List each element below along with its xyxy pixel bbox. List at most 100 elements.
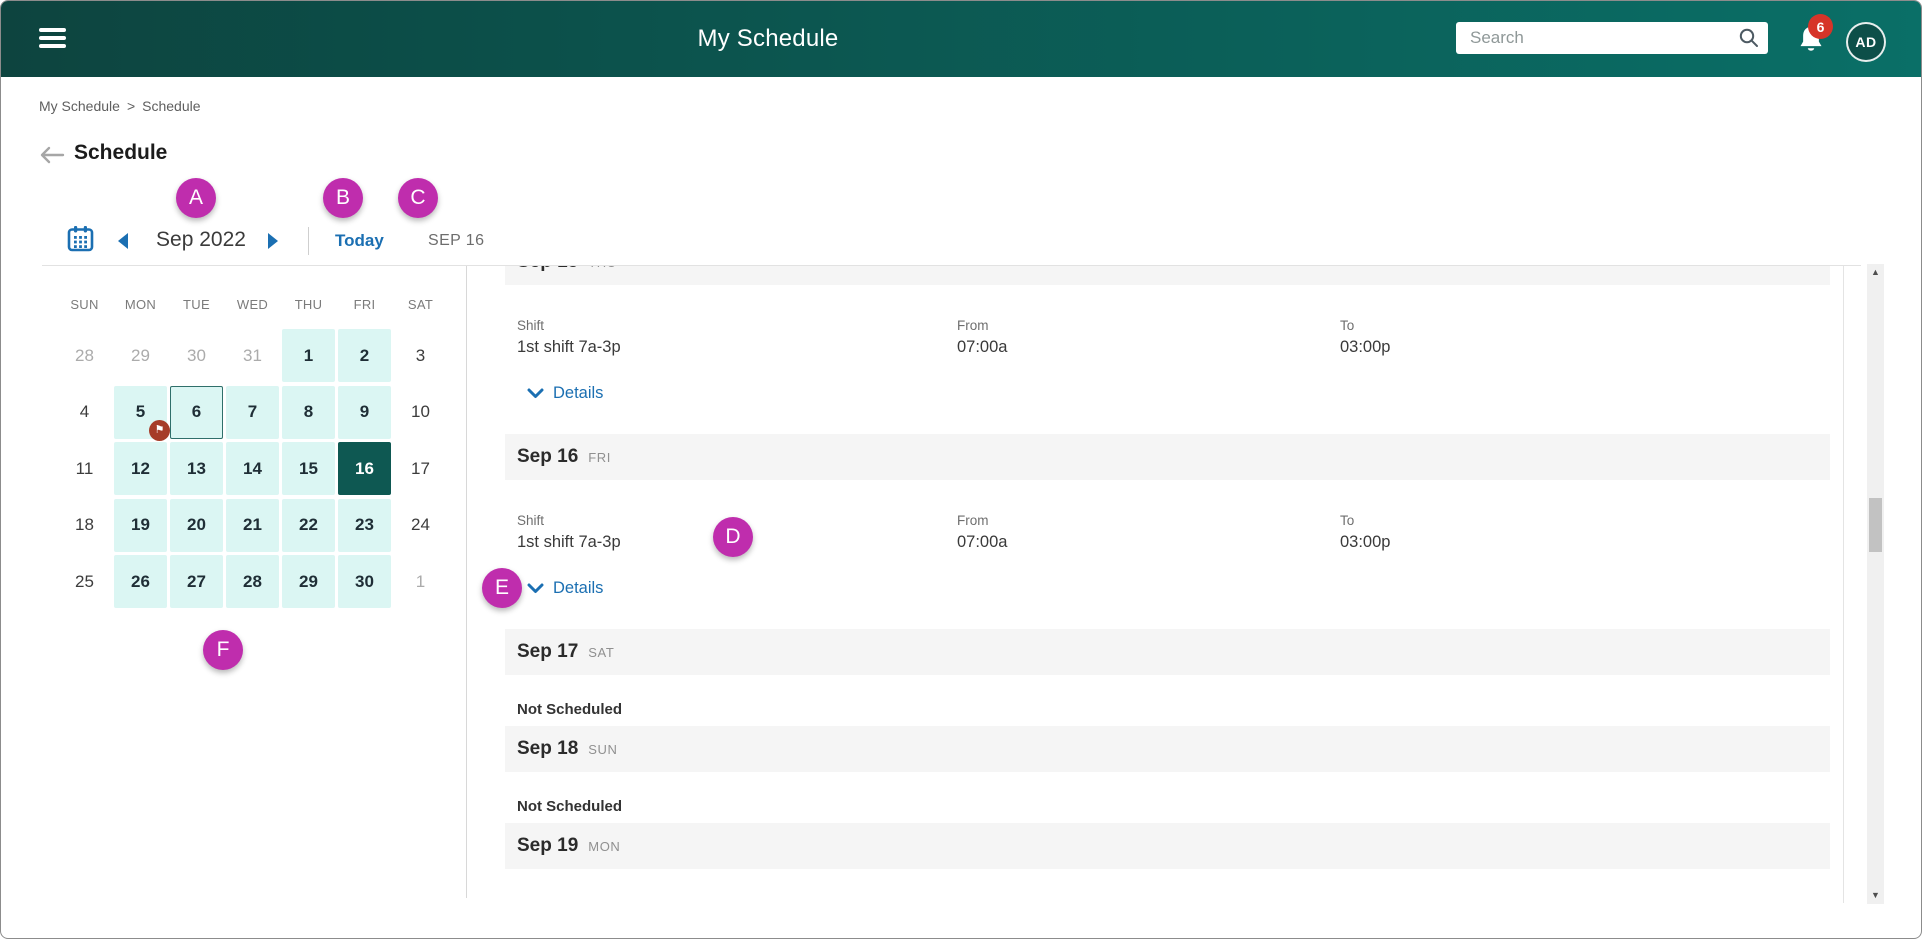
calendar-icon[interactable]: [67, 225, 94, 257]
calendar-day-14[interactable]: 14: [226, 442, 279, 495]
scrollbar-thumb[interactable]: [1869, 498, 1882, 552]
calendar-day-24[interactable]: 24: [394, 499, 447, 552]
scrollbar-up-arrow[interactable]: ▲: [1867, 265, 1884, 280]
nav-divider: [308, 227, 309, 255]
weekday-label: FRI: [338, 297, 391, 312]
calendar-day-28[interactable]: 28: [58, 329, 111, 382]
from-value: 07:00a: [957, 533, 1340, 552]
weekday-label: MON: [114, 297, 167, 312]
not-scheduled-text: Not Scheduled: [505, 675, 1843, 726]
day-header-date: Sep 16: [517, 446, 578, 468]
calendar-day-26[interactable]: 26: [114, 555, 167, 608]
calendar-day-23[interactable]: 23: [338, 499, 391, 552]
shift-label: Shift: [517, 318, 957, 333]
to-value: 03:00p: [1340, 338, 1831, 357]
calendar-day-16[interactable]: 16: [338, 442, 391, 495]
calendar-day-19[interactable]: 19: [114, 499, 167, 552]
not-scheduled-text: Not Scheduled: [505, 772, 1843, 823]
calendar-day-28[interactable]: 28: [226, 555, 279, 608]
calendar-day-10[interactable]: 10: [394, 386, 447, 439]
shift-entry: Shift1st shift 7a-3p From07:00a To03:00p…: [505, 480, 1843, 629]
top-bar: My Schedule 6 AD: [1, 1, 1921, 77]
calendar-day-18[interactable]: 18: [58, 499, 111, 552]
day-header-dow: FRI: [588, 450, 611, 465]
details-label: Details: [553, 384, 603, 403]
calendar-day-31[interactable]: 31: [226, 329, 279, 382]
schedule-list: Sep 15 THU Shift1st shift 7a-3p From07:00…: [505, 266, 1844, 903]
calendar-day-9[interactable]: 9: [338, 386, 391, 439]
calendar-day-4[interactable]: 4: [58, 386, 111, 439]
calendar-day-25[interactable]: 25: [58, 555, 111, 608]
avatar[interactable]: AD: [1846, 22, 1886, 62]
breadcrumb-parent[interactable]: My Schedule: [39, 98, 120, 114]
weekday-label: THU: [282, 297, 335, 312]
day-header-dow: SUN: [588, 742, 617, 757]
from-label: From: [957, 318, 1340, 333]
calendar-day-13[interactable]: 13: [170, 442, 223, 495]
details-link[interactable]: Details: [527, 384, 603, 403]
search-input[interactable]: [1456, 22, 1768, 54]
calendar-day-1[interactable]: 1: [282, 329, 335, 382]
calendar-day-11[interactable]: 11: [58, 442, 111, 495]
breadcrumb-current: Schedule: [142, 98, 200, 114]
calendar-day-7[interactable]: 7: [226, 386, 279, 439]
calendar-day-29[interactable]: 29: [282, 555, 335, 608]
weekday-label: SAT: [394, 297, 447, 312]
day-header-date: Sep 19: [517, 835, 578, 857]
previous-month-arrow[interactable]: [118, 233, 128, 249]
day-header-date: Sep 15: [517, 266, 578, 273]
annotation-marker-C: C: [398, 178, 438, 218]
weekday-label: TUE: [170, 297, 223, 312]
from-value: 07:00a: [957, 338, 1340, 357]
search-icon[interactable]: [1738, 27, 1760, 54]
to-label: To: [1340, 318, 1831, 333]
scrollbar-down-arrow[interactable]: ▼: [1867, 888, 1884, 903]
chevron-down-icon: [527, 583, 544, 594]
search-box: [1456, 22, 1768, 54]
day-header: Sep 17 SAT: [505, 629, 1830, 675]
breadcrumb: My Schedule > Schedule: [39, 98, 201, 114]
weekday-label: SUN: [58, 297, 111, 312]
day-header: Sep 15 THU: [505, 266, 1830, 285]
calendar-day-8[interactable]: 8: [282, 386, 335, 439]
day-header: Sep 18 SUN: [505, 726, 1830, 772]
chevron-down-icon: [527, 388, 544, 399]
calendar-day-27[interactable]: 27: [170, 555, 223, 608]
notification-count-badge: 6: [1808, 14, 1833, 39]
calendar-day-29[interactable]: 29: [114, 329, 167, 382]
calendar-day-2[interactable]: 2: [338, 329, 391, 382]
breadcrumb-separator: >: [127, 98, 135, 114]
app-window: My Schedule 6 AD My Schedule > Schedule Sc…: [0, 0, 1922, 939]
back-arrow-icon[interactable]: [39, 146, 65, 169]
today-button[interactable]: Today: [335, 231, 384, 251]
calendar-day-1[interactable]: 1: [394, 555, 447, 608]
calendar-day-15[interactable]: 15: [282, 442, 335, 495]
calendar-day-30[interactable]: 30: [170, 329, 223, 382]
annotation-marker-D: D: [713, 517, 753, 557]
selected-date-label: SEP 16: [428, 232, 484, 250]
scrollbar-track[interactable]: ▲ ▼: [1867, 264, 1884, 904]
calendar-day-30[interactable]: 30: [338, 555, 391, 608]
calendar-day-5[interactable]: 5⚑: [114, 386, 167, 439]
calendar-day-22[interactable]: 22: [282, 499, 335, 552]
day-header-dow: THU: [588, 266, 617, 270]
hamburger-menu-icon[interactable]: [39, 28, 66, 48]
to-label: To: [1340, 513, 1831, 528]
details-label: Details: [553, 579, 603, 598]
calendar-day-17[interactable]: 17: [394, 442, 447, 495]
calendar-day-3[interactable]: 3: [394, 329, 447, 382]
day-header: Sep 16 FRI: [505, 434, 1830, 480]
day-header-date: Sep 18: [517, 738, 578, 760]
day-header: Sep 19MON: [505, 823, 1830, 869]
details-link[interactable]: Details: [527, 579, 603, 598]
calendar-day-21[interactable]: 21: [226, 499, 279, 552]
annotation-marker-E: E: [482, 568, 522, 608]
annotation-marker-B: B: [323, 178, 363, 218]
day-header-dow: SAT: [588, 645, 614, 660]
calendar-day-6[interactable]: 6: [170, 386, 223, 439]
calendar-day-20[interactable]: 20: [170, 499, 223, 552]
weekday-header-row: SUNMONTUEWEDTHUFRISAT: [58, 297, 447, 312]
calendar-day-12[interactable]: 12: [114, 442, 167, 495]
day-header-date: Sep 17: [517, 641, 578, 663]
next-month-arrow[interactable]: [268, 233, 278, 249]
